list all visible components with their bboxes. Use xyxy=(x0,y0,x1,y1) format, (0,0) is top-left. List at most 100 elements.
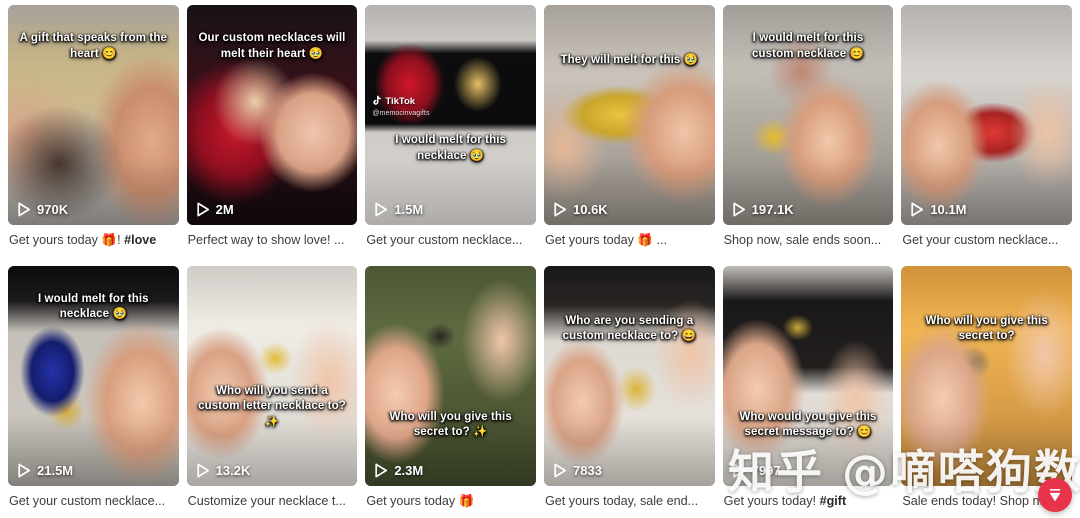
tiktok-username: @memocinvagifts xyxy=(372,110,430,118)
view-count-badge: 970K xyxy=(17,202,68,217)
play-triangle-icon xyxy=(553,463,567,478)
video-overlay-text: Who will you send a custom letter neckla… xyxy=(198,384,346,428)
view-count-value: 197.1K xyxy=(751,202,794,217)
video-thumbnail[interactable]: I would melt for this custom necklace 😊 1… xyxy=(722,5,894,225)
video-thumbnail[interactable]: A gift that speaks from the heart 😊 970K xyxy=(8,5,179,225)
video-thumbnail[interactable]: Who would you give this secret message t… xyxy=(722,265,894,486)
video-overlay-text: Who are you sending a custom necklace to… xyxy=(562,314,697,343)
video-thumbnail[interactable]: Our custom necklaces will melt their hea… xyxy=(186,5,358,225)
video-card-grid: A gift that speaks from the heart 😊 970K G… xyxy=(0,0,1080,518)
caption-text: Get your custom necklace... xyxy=(366,233,523,247)
view-count-value: 970K xyxy=(37,202,69,217)
play-triangle-icon xyxy=(196,202,210,217)
video-thumbnail[interactable]: I would melt for this necklace 🥹 21.5M xyxy=(8,265,179,486)
video-overlay-text: Our custom necklaces will melt their hea… xyxy=(198,32,346,60)
video-thumbnail[interactable]: 10.1M xyxy=(901,5,1072,225)
video-caption[interactable]: Get yours today! #gift xyxy=(723,494,894,509)
video-caption[interactable]: Get yours today, sale end... xyxy=(544,494,715,509)
caption-text: Get your custom necklace... xyxy=(902,233,1059,247)
view-count-value: 21.5M xyxy=(37,462,74,478)
thumbnail-image xyxy=(722,265,894,486)
view-count-value: 13.2K xyxy=(215,462,251,478)
caption-hashtag[interactable]: #love xyxy=(124,233,156,247)
video-card[interactable]: I would melt for this necklace 🥹 21.5M Get… xyxy=(8,265,179,518)
play-triangle-icon xyxy=(17,463,31,478)
back-to-top-button[interactable] xyxy=(1038,478,1072,512)
play-triangle-icon xyxy=(196,463,210,478)
view-count-value: 7997 xyxy=(751,462,781,478)
caption-text: Get yours today 🎁 xyxy=(366,493,475,508)
caption-text: Customize your necklace t... xyxy=(187,493,346,508)
caption-text: Perfect way to show love! ... xyxy=(187,233,345,247)
back-to-top-icon xyxy=(1046,486,1064,504)
video-overlay-text: I would melt for this custom necklace 😊 xyxy=(752,32,864,60)
play-triangle-icon xyxy=(374,463,388,478)
video-card[interactable]: Our custom necklaces will melt their hea… xyxy=(186,5,358,258)
video-thumbnail[interactable]: Who are you sending a custom necklace to… xyxy=(544,265,715,486)
video-overlay-text: Who will you give this secret to? xyxy=(925,314,1048,343)
video-thumbnail[interactable]: They will melt for this 🥹 10.6K xyxy=(544,5,715,225)
video-caption[interactable]: Customize your necklace t... xyxy=(187,494,358,509)
play-triangle-icon xyxy=(374,202,388,217)
caption-text: Get yours today, sale end... xyxy=(545,493,699,508)
video-overlay-text: I would melt for this necklace 🥹 xyxy=(37,292,149,321)
view-count-value: 2.3M xyxy=(394,462,424,478)
view-count-value: 2M xyxy=(215,202,234,217)
view-count-badge: 7833 xyxy=(553,463,602,478)
video-caption[interactable]: Get yours today 🎁 xyxy=(365,494,536,509)
tiktok-label: TikTok xyxy=(385,96,416,107)
video-overlay-text: A gift that speaks from the heart 😊 xyxy=(19,32,167,60)
video-card[interactable]: They will melt for this 🥹 10.6K Get yours … xyxy=(544,5,715,258)
caption-text: Shop now, sale ends soon... xyxy=(723,233,882,247)
video-caption[interactable]: Get yours today 🎁 ... xyxy=(544,233,715,248)
video-thumbnail[interactable]: Who will you send a custom letter neckla… xyxy=(186,265,358,486)
view-count-badge: 7997 xyxy=(732,463,781,478)
caption-text: Get yours today! xyxy=(723,493,820,508)
view-count-value: 10.6K xyxy=(573,202,608,217)
video-caption[interactable]: Get your custom necklace... xyxy=(901,233,1072,248)
caption-text: Sale ends today! Shop n... xyxy=(902,493,1051,508)
video-thumbnail[interactable]: I would melt for this necklace 🥹 TikTok @m… xyxy=(365,5,536,225)
play-triangle-icon xyxy=(910,202,924,217)
video-overlay-text: They will melt for this 🥹 xyxy=(560,54,699,66)
video-caption[interactable]: Perfect way to show love! ... xyxy=(187,233,358,248)
caption-text: Get yours today 🎁! xyxy=(9,233,125,247)
caption-text: Get yours today 🎁 ... xyxy=(545,233,668,247)
video-card[interactable]: 10.1M Get your custom necklace... xyxy=(901,5,1072,258)
view-count-badge: 2M xyxy=(196,202,234,217)
video-card[interactable]: Who will you send a custom letter neckla… xyxy=(186,265,358,518)
video-overlay-text: Who will you give this secret to? ✨ xyxy=(389,410,512,439)
video-card[interactable]: I would melt for this custom necklace 😊 1… xyxy=(722,5,894,258)
thumbnail-image xyxy=(186,265,358,486)
view-count-badge: 2.3M xyxy=(374,463,423,478)
video-card[interactable]: Who are you sending a custom necklace to… xyxy=(544,265,715,518)
view-count-badge: 197.1K xyxy=(732,202,794,217)
tiktok-note-icon xyxy=(372,95,382,109)
video-thumbnail[interactable]: Who will you give this secret to? ✨ 2.3M xyxy=(365,265,536,486)
video-caption[interactable]: Shop now, sale ends soon... xyxy=(723,233,894,248)
view-count-value: 1.5M xyxy=(394,202,424,217)
caption-text: Get your custom necklace... xyxy=(9,493,166,508)
video-card[interactable]: Who will you give this secret to? ✨ 2.3M G… xyxy=(365,265,536,518)
view-count-badge: 10.1M xyxy=(910,202,966,217)
view-count-value: 10.1M xyxy=(930,202,967,217)
thumbnail-image xyxy=(901,5,1072,225)
play-triangle-icon xyxy=(17,202,31,217)
video-caption[interactable]: Get yours today 🎁! #love xyxy=(8,233,179,248)
video-overlay-text: I would melt for this necklace 🥹 xyxy=(395,134,507,162)
view-count-badge: 13.2K xyxy=(196,462,251,478)
video-card[interactable]: A gift that speaks from the heart 😊 970K G… xyxy=(8,5,179,258)
video-card[interactable]: I would melt for this necklace 🥹 TikTok @m… xyxy=(365,5,536,258)
thumbnail-image xyxy=(365,265,536,486)
caption-hashtag[interactable]: #gift xyxy=(820,494,847,508)
play-triangle-icon xyxy=(732,463,746,478)
view-count-badge: 10.6K xyxy=(553,202,608,217)
thumbnail-image xyxy=(544,265,715,486)
video-caption[interactable]: Get your custom necklace... xyxy=(365,233,536,248)
video-card[interactable]: Who would you give this secret message t… xyxy=(722,265,894,518)
thumbnail-image xyxy=(901,265,1072,486)
video-overlay-text: Who would you give this secret message t… xyxy=(739,410,877,439)
video-caption[interactable]: Get your custom necklace... xyxy=(8,494,179,509)
video-thumbnail[interactable]: Who will you give this secret to? xyxy=(901,265,1072,486)
view-count-badge: 1.5M xyxy=(374,202,423,217)
